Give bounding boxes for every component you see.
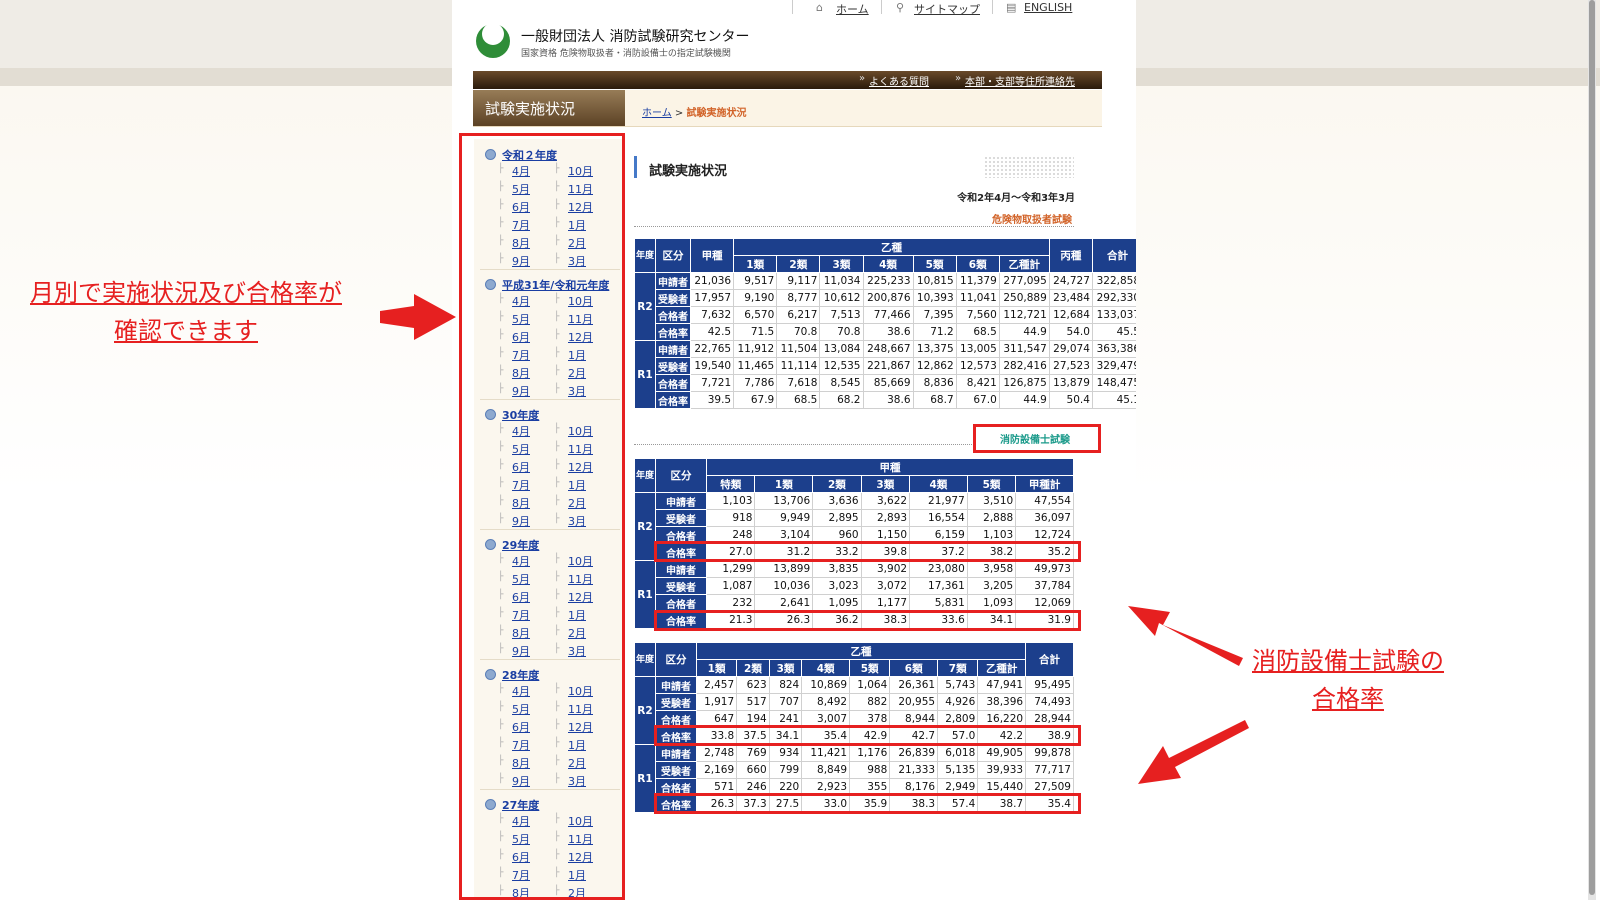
scrollbar-thumb[interactable] — [1589, 0, 1595, 895]
arrow-up-left-icon — [1128, 606, 1243, 666]
arrow-down-left-icon — [1138, 720, 1249, 784]
annotation-arrows — [380, 294, 1249, 784]
arrow-right-icon — [380, 294, 456, 340]
